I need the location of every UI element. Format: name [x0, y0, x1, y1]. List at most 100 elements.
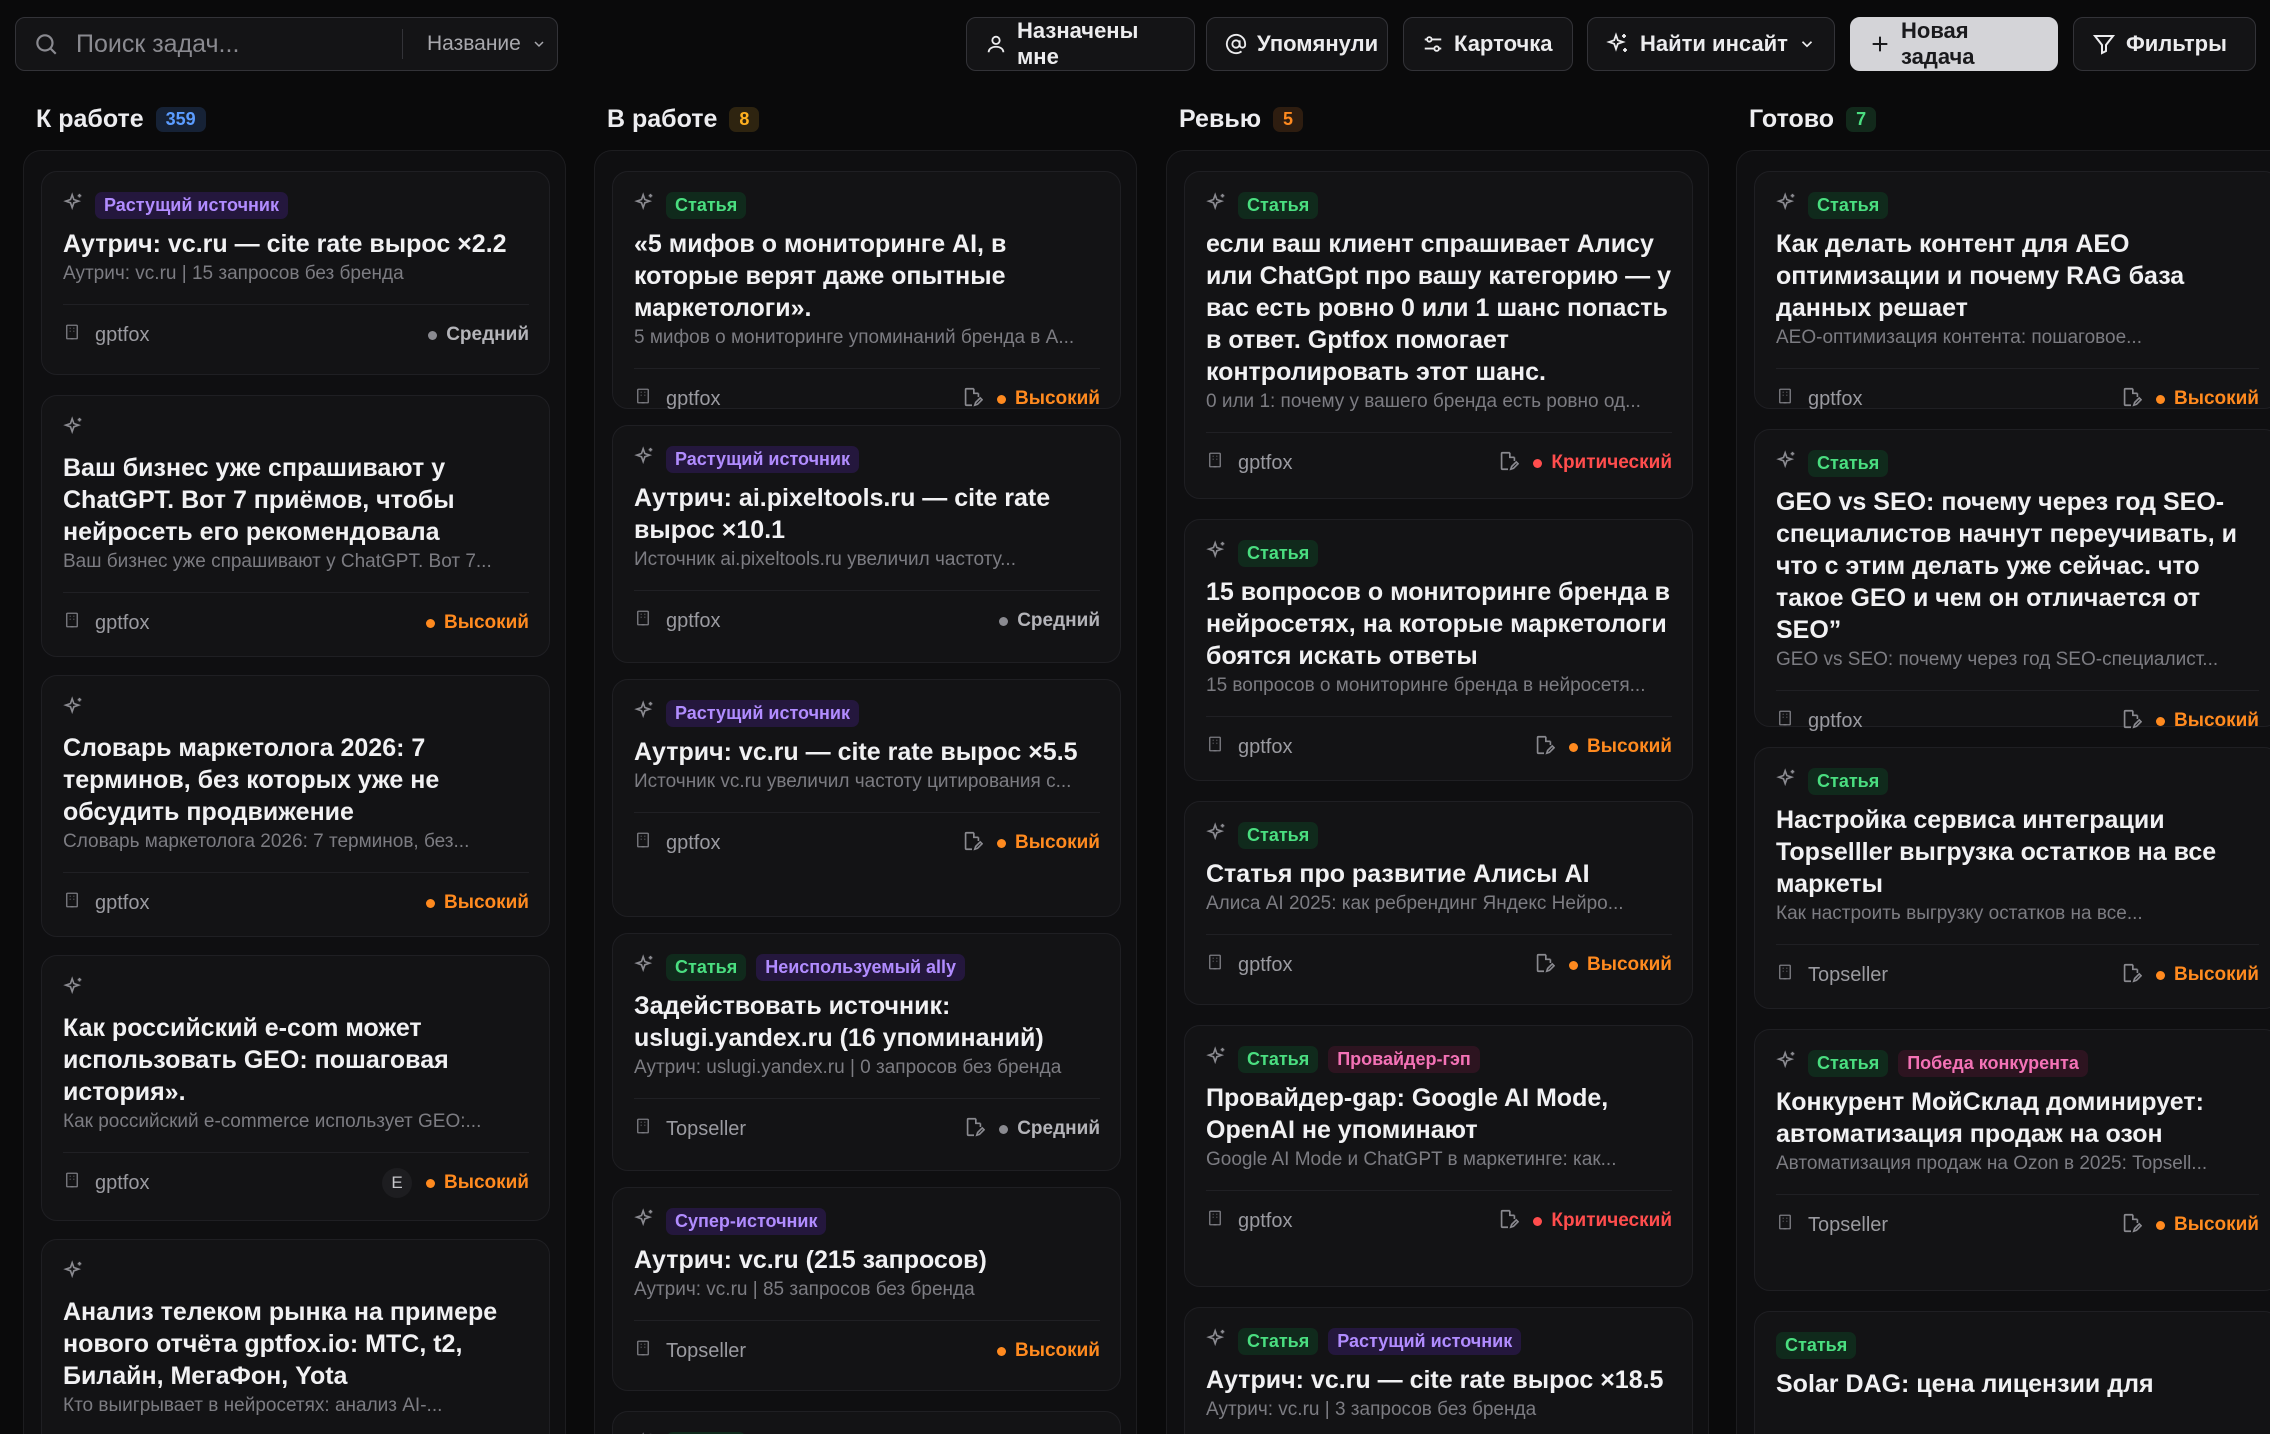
- building-icon: [634, 387, 652, 411]
- project-label: Topseller: [634, 1339, 746, 1363]
- column-panel: Статья «5 мифов о мониторинге AI, в котор…: [594, 150, 1137, 1434]
- card-title: Настройка сервиса интеграции Topselller …: [1776, 806, 2217, 898]
- assigned-to-me-button[interactable]: Назначены мне: [966, 17, 1195, 71]
- search-field-select[interactable]: Название: [403, 18, 547, 70]
- priority-dot: [999, 1124, 1009, 1134]
- card-title: GEO vs SEO: почему через год SEO-специал…: [1776, 488, 2238, 644]
- card-tag-row: Статья: [1206, 821, 1319, 849]
- task-card[interactable]: Статья GEO vs SEO: почему через год SEO-с…: [1754, 429, 2270, 732]
- priority-dot: [2156, 970, 2165, 980]
- building-icon: [634, 831, 652, 855]
- card-divider: [1206, 934, 1672, 935]
- card-title: «5 мифов о мониторинге AI, в которые вер…: [634, 230, 1007, 322]
- task-card[interactable]: Анализ телеком рынка на примере нового о…: [41, 1239, 550, 1434]
- building-icon: [63, 1171, 81, 1195]
- task-card[interactable]: Как российский e-com может использовать …: [41, 955, 550, 1221]
- task-card[interactable]: Словарь маркетолога 2026: 7 терминов, бе…: [41, 675, 550, 937]
- card-title: Задействовать источник: uslugi.yandex.ru…: [634, 992, 1044, 1052]
- sparkle-icon: [1206, 1327, 1228, 1355]
- card-tag-row: Растущий источник: [634, 699, 859, 727]
- column-count-badge: 359: [155, 106, 206, 132]
- card-tag-row: Статья Неиспользуемый ally: [634, 953, 966, 981]
- priority-label: Критический: [1533, 452, 1672, 474]
- filters-button[interactable]: Фильтры: [2073, 17, 2256, 71]
- card-title: Конкурент МойСклад доминирует: автоматиз…: [1776, 1088, 2204, 1148]
- task-card[interactable]: Растущий источник Аутрич: vc.ru — cite ra…: [41, 171, 550, 375]
- card-tag-row: [63, 695, 85, 723]
- card-divider: [634, 812, 1100, 813]
- edit-doc-icon: [2120, 1212, 2143, 1239]
- project-name: gptfox: [1238, 735, 1293, 758]
- task-card[interactable]: Статья Победа конкурента Конкурент МойСкла…: [1754, 1029, 2270, 1291]
- card-tag-row: [63, 975, 85, 1003]
- edit-doc-icon: [1533, 734, 1556, 761]
- tag-badge: Статья: [666, 953, 747, 981]
- tag-badge: Растущий источник: [95, 191, 288, 219]
- search-box[interactable]: Название: [15, 17, 558, 71]
- sparkle-icon: [63, 191, 85, 219]
- mentioned-button[interactable]: Упомянули: [1206, 17, 1388, 71]
- sparkle-icon: [1776, 1049, 1798, 1077]
- card-footer: gptfox Средний: [63, 320, 529, 350]
- task-card[interactable]: Ваш бизнес уже спрашивают у ChatGPT. Вот…: [41, 395, 550, 657]
- card-divider: [1776, 368, 2259, 369]
- building-icon: [63, 323, 81, 347]
- project-name: gptfox: [95, 1171, 150, 1194]
- task-card[interactable]: Статья Как делать контент для AEO оптимиз…: [1754, 171, 2270, 410]
- card-title: Solar DAG: цена лицензии для: [1776, 1370, 2154, 1398]
- edit-doc-icon: [1497, 450, 1520, 477]
- task-card[interactable]: Растущий источник Аутрич: vc.ru — cite ra…: [612, 679, 1121, 917]
- priority-text: Высокий: [444, 612, 529, 633]
- task-card[interactable]: Растущий источник Аутрич: ai.pixeltools.r…: [612, 425, 1121, 663]
- tag-badge: Статья: [1238, 539, 1319, 567]
- find-insight-button[interactable]: Найти инсайт: [1587, 17, 1835, 71]
- task-card[interactable]: Статья Неиспользуемый ally Задействовать и…: [612, 933, 1121, 1171]
- card-view-button[interactable]: Карточка: [1403, 17, 1573, 71]
- building-icon: [63, 891, 81, 915]
- sparkle-icon: [634, 953, 656, 981]
- tag-badge: Статья: [1808, 191, 1889, 219]
- priority-text: Средний: [1017, 1118, 1100, 1139]
- task-card[interactable]: Статья если ваш клиент спрашивает Алису и…: [1184, 171, 1693, 499]
- task-card[interactable]: Статья Solar DAG: цена лицензии для: [1754, 1311, 2270, 1434]
- card-description: Источник vc.ru увеличил частоту цитирова…: [634, 771, 1072, 792]
- task-card[interactable]: Статья Провайдер-гэп Провайдер-gap: Google…: [1184, 1025, 1693, 1287]
- priority-label: Высокий: [2156, 388, 2259, 410]
- tag-badge: Статья: [666, 191, 747, 219]
- priority-label: Высокий: [1569, 736, 1672, 758]
- priority-label: Высокий: [997, 832, 1100, 854]
- task-card[interactable]: Статья: [612, 1411, 1121, 1434]
- new-task-button[interactable]: Новая задача: [1850, 17, 2058, 71]
- card-description: Источник ai.pixeltools.ru увеличил часто…: [634, 549, 1016, 570]
- card-description: GEO vs SEO: почему через год SEO-специал…: [1776, 649, 2219, 670]
- project-name: gptfox: [1238, 1209, 1293, 1232]
- card-footer: gptfox Высокий: [1776, 384, 2259, 414]
- card-meta: Высокий: [1533, 952, 1672, 979]
- project-label: gptfox: [634, 387, 720, 411]
- search-input[interactable]: [76, 18, 396, 70]
- task-card[interactable]: Статья Растущий источник Аутрич: vc.ru — c…: [1184, 1307, 1693, 1434]
- task-card[interactable]: Статья 15 вопросов о мониторинге бренда в…: [1184, 519, 1693, 781]
- sparkle-icon: [1776, 449, 1798, 477]
- card-meta: Средний: [963, 1116, 1100, 1143]
- priority-dot: [426, 898, 435, 908]
- card-meta: Высокий: [2120, 1212, 2259, 1239]
- priority-label: Высокий: [2156, 1214, 2259, 1236]
- priority-text: Высокий: [2174, 964, 2259, 985]
- task-card[interactable]: Статья Статья про развитие Алисы AI Алиса …: [1184, 801, 1693, 1005]
- task-card[interactable]: Статья Настройка сервиса интеграции Topse…: [1754, 747, 2270, 1009]
- card-divider: [1206, 1190, 1672, 1191]
- priority-dot: [1533, 458, 1543, 468]
- card-tag-row: Статья: [634, 191, 747, 219]
- card-meta: Высокий: [997, 1340, 1100, 1362]
- task-card[interactable]: Супер-источник Аутрич: vc.ru (215 запросо…: [612, 1187, 1121, 1391]
- column-panel: Растущий источник Аутрич: vc.ru — cite ra…: [23, 150, 566, 1434]
- card-description: Аутрич: vc.ru | 85 запросов без бренда: [634, 1279, 975, 1300]
- card-divider: [1776, 1194, 2259, 1195]
- priority-dot: [1569, 960, 1578, 970]
- card-description: Автоматизация продаж на Ozon в 2025: Top…: [1776, 1153, 2208, 1174]
- card-description: 5 мифов о мониторинге упоминаний бренда …: [634, 327, 1075, 348]
- task-card[interactable]: Статья «5 мифов о мониторинге AI, в котор…: [612, 171, 1121, 411]
- card-title: 15 вопросов о мониторинге бренда в нейро…: [1206, 578, 1670, 670]
- sparkle-icon: [63, 975, 85, 1003]
